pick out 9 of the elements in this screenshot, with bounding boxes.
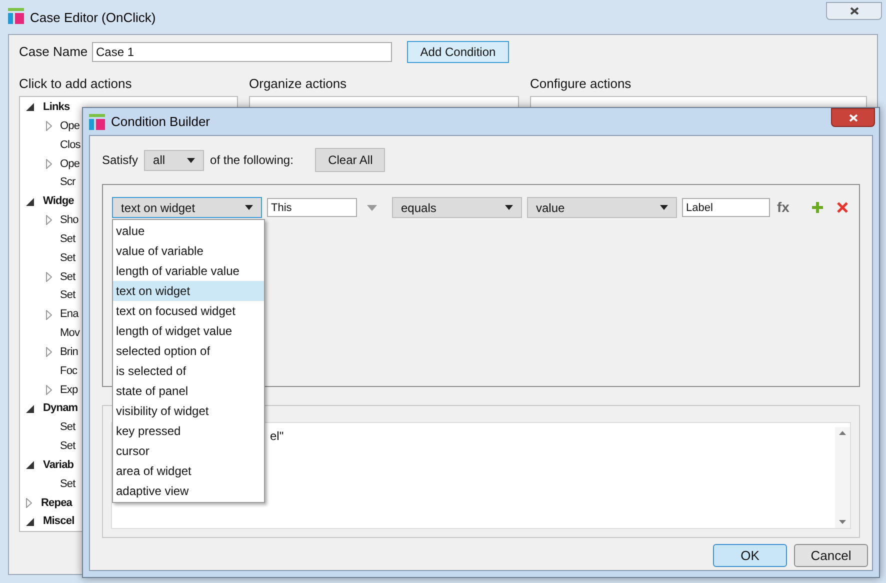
section-heading: Organize actions [249,75,348,94]
case-name-label: Case Name [19,43,89,62]
dialog-title: Condition Builder [111,112,210,131]
description-text: el" [270,428,285,445]
satisfy-label: Satisfy [102,152,138,169]
window-title: Case Editor (OnClick) [30,9,156,27]
section-heading: Configure actions [530,75,632,94]
following-label: of the following: [210,152,294,169]
section-heading: Click to add actions [19,75,133,94]
